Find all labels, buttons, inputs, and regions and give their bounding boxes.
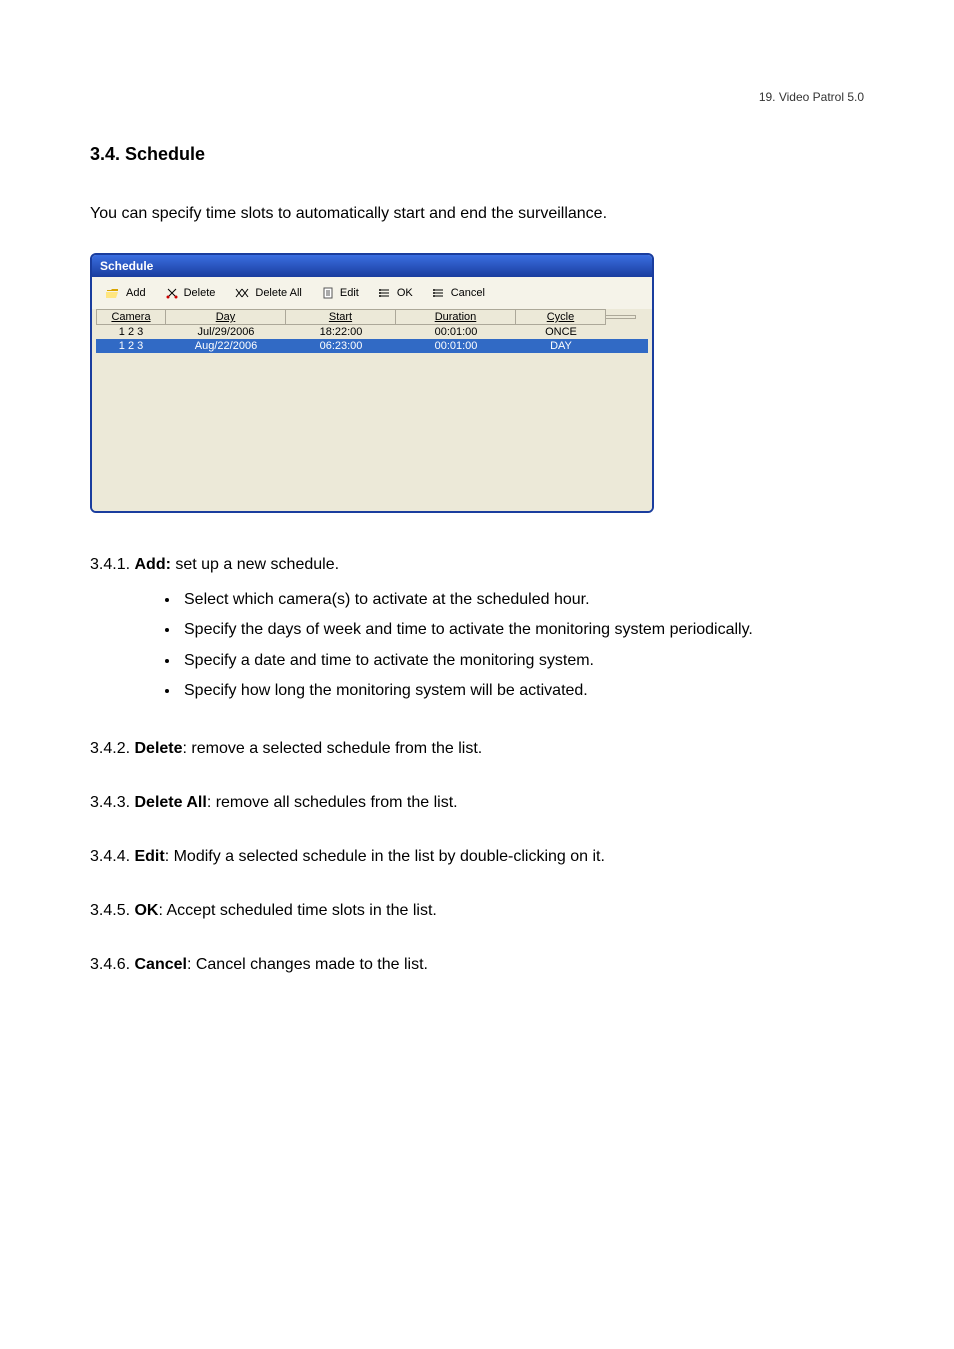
item-text: : remove all schedules from the list. bbox=[207, 794, 458, 811]
col-day[interactable]: Day bbox=[166, 309, 286, 325]
list-empty-area bbox=[96, 353, 648, 503]
item-text: : Modify a selected schedule in the list… bbox=[165, 848, 605, 865]
page-header-right: 19. Video Patrol 5.0 bbox=[90, 90, 864, 104]
dialog-toolbar: Add Delete Delete All Edit OK Cancel bbox=[92, 277, 652, 309]
cell-start: 06:23:00 bbox=[286, 339, 396, 353]
item-text: set up a new schedule. bbox=[171, 556, 339, 573]
schedule-list: Camera Day Start Duration Cycle 1 2 3 Ju… bbox=[92, 309, 652, 511]
delete-label: Delete bbox=[184, 287, 216, 299]
cell-cycle: ONCE bbox=[516, 325, 606, 339]
ok-button[interactable]: OK bbox=[369, 283, 423, 303]
bullet: Specify how long the monitoring system w… bbox=[180, 676, 864, 706]
col-duration[interactable]: Duration bbox=[396, 309, 516, 325]
item-delete-all: 3.4.3. Delete All: remove all schedules … bbox=[90, 791, 864, 815]
cell-day: Jul/29/2006 bbox=[166, 325, 286, 339]
item-num: 3.4.6. bbox=[90, 956, 134, 973]
delete-button[interactable]: Delete bbox=[156, 283, 226, 303]
col-camera[interactable]: Camera bbox=[96, 309, 166, 325]
item-label: OK bbox=[134, 902, 158, 919]
schedule-dialog: Schedule Add Delete Delete All Edit OK bbox=[90, 253, 654, 513]
cell-camera: 1 2 3 bbox=[96, 339, 166, 353]
item-add: 3.4.1. Add: set up a new schedule. bbox=[90, 553, 864, 577]
item-label: Add: bbox=[134, 556, 170, 573]
cell-duration: 00:01:00 bbox=[396, 339, 516, 353]
cancel-button[interactable]: Cancel bbox=[423, 283, 495, 303]
item-num: 3.4.3. bbox=[90, 794, 134, 811]
list-icon bbox=[433, 287, 445, 299]
delete-all-button[interactable]: Delete All bbox=[225, 283, 311, 303]
add-label: Add bbox=[126, 287, 146, 299]
item-label: Cancel bbox=[134, 956, 186, 973]
cell-cycle: DAY bbox=[516, 339, 606, 353]
table-row[interactable]: 1 2 3 Jul/29/2006 18:22:00 00:01:00 ONCE bbox=[96, 325, 648, 339]
edit-label: Edit bbox=[340, 287, 359, 299]
item-num: 3.4.5. bbox=[90, 902, 134, 919]
ok-label: OK bbox=[397, 287, 413, 299]
cell-start: 18:22:00 bbox=[286, 325, 396, 339]
col-extra[interactable] bbox=[606, 315, 636, 319]
item-num: 3.4.4. bbox=[90, 848, 134, 865]
item-label: Delete bbox=[134, 740, 182, 757]
table-row[interactable]: 1 2 3 Aug/22/2006 06:23:00 00:01:00 DAY bbox=[96, 339, 648, 353]
item-label: Delete All bbox=[134, 794, 206, 811]
scissors-multi-icon bbox=[235, 287, 249, 299]
section-title: 3.4. Schedule bbox=[90, 144, 864, 165]
item-add-bullets: Select which camera(s) to activate at th… bbox=[90, 585, 864, 707]
delete-all-label: Delete All bbox=[255, 287, 301, 299]
list-header: Camera Day Start Duration Cycle bbox=[96, 309, 648, 325]
item-ok: 3.4.5. OK: Accept scheduled time slots i… bbox=[90, 899, 864, 923]
item-edit: 3.4.4. Edit: Modify a selected schedule … bbox=[90, 845, 864, 869]
item-text: : Cancel changes made to the list. bbox=[187, 956, 428, 973]
cell-day: Aug/22/2006 bbox=[166, 339, 286, 353]
edit-button[interactable]: Edit bbox=[312, 283, 369, 303]
bullet: Select which camera(s) to activate at th… bbox=[180, 585, 864, 615]
col-start[interactable]: Start bbox=[286, 309, 396, 325]
list-icon bbox=[379, 287, 391, 299]
item-num: 3.4.2. bbox=[90, 740, 134, 757]
col-cycle[interactable]: Cycle bbox=[516, 309, 606, 325]
item-text: : Accept scheduled time slots in the lis… bbox=[158, 902, 436, 919]
cell-duration: 00:01:00 bbox=[396, 325, 516, 339]
dialog-title: Schedule bbox=[92, 255, 652, 277]
section-intro: You can specify time slots to automatica… bbox=[90, 205, 864, 223]
item-text: : remove a selected schedule from the li… bbox=[183, 740, 483, 757]
bullet: Specify a date and time to activate the … bbox=[180, 646, 864, 676]
bullet: Specify the days of week and time to act… bbox=[180, 615, 864, 645]
document-icon bbox=[322, 287, 334, 299]
cancel-label: Cancel bbox=[451, 287, 485, 299]
cell-camera: 1 2 3 bbox=[96, 325, 166, 339]
folder-open-icon bbox=[106, 287, 120, 299]
item-cancel: 3.4.6. Cancel: Cancel changes made to th… bbox=[90, 953, 864, 977]
item-num: 3.4.1. bbox=[90, 556, 134, 573]
scissors-icon bbox=[166, 287, 178, 299]
item-delete: 3.4.2. Delete: remove a selected schedul… bbox=[90, 737, 864, 761]
add-button[interactable]: Add bbox=[96, 283, 156, 303]
item-label: Edit bbox=[134, 848, 164, 865]
